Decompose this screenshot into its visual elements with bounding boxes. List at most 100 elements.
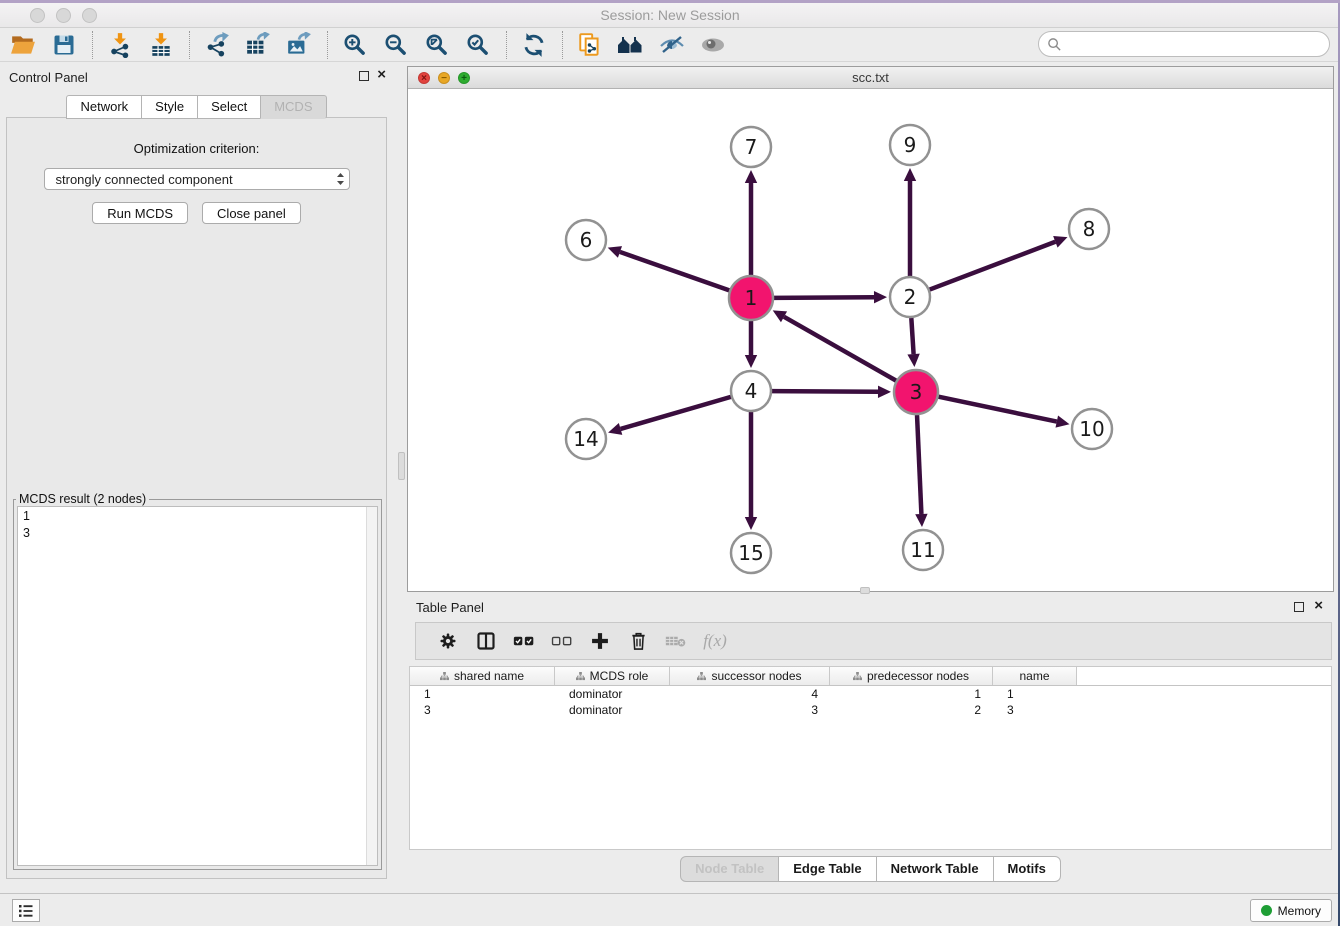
tab-edge-table[interactable]: Edge Table [778, 856, 876, 882]
horizontal-splitter-handle[interactable] [860, 587, 870, 594]
column-header-shared-name[interactable]: shared name [410, 667, 555, 685]
clone-network-icon[interactable] [575, 30, 605, 60]
graph-node-label: 1 [745, 286, 758, 310]
tab-motifs[interactable]: Motifs [993, 856, 1061, 882]
network-window-titlebar[interactable]: × − + scc.txt [408, 67, 1333, 89]
function-builder-icon[interactable]: f(x) [700, 627, 728, 655]
graph-edge-2-3[interactable] [911, 318, 913, 354]
mcds-panel-body: Optimization criterion: strongly connect… [6, 117, 387, 879]
graph-edge-arrowhead [878, 386, 891, 398]
graph-edge-4-3[interactable] [772, 391, 878, 392]
node-table[interactable]: shared name MCDS role successor nodes pr… [409, 666, 1332, 850]
table-row[interactable]: 3dominator323 [410, 702, 1331, 718]
table-body: 1dominator4113dominator323 [410, 686, 1331, 718]
column-layout-icon[interactable] [472, 627, 500, 655]
memory-label: Memory [1278, 904, 1321, 918]
graph-node-label: 14 [573, 427, 598, 451]
graph-edge-2-8[interactable] [930, 242, 1056, 290]
zoom-in-icon[interactable] [340, 30, 370, 60]
criterion-dropdown[interactable]: strongly connected component [44, 168, 350, 190]
table-toolbar: f(x) [415, 622, 1332, 660]
graph-edge-4-14[interactable] [621, 397, 731, 429]
status-bar: Memory [0, 893, 1340, 926]
deselect-all-icon[interactable] [548, 627, 576, 655]
graph-node-label: 7 [745, 135, 758, 159]
toolbar-separator [189, 31, 190, 59]
column-header-successor-nodes[interactable]: successor nodes [670, 667, 830, 685]
refresh-view-icon[interactable] [519, 30, 549, 60]
import-network-icon[interactable] [105, 30, 135, 60]
float-table-panel-icon[interactable] [1294, 602, 1304, 612]
graph-edge-arrowhead [1055, 416, 1069, 428]
search-input[interactable] [1066, 37, 1329, 52]
table-cell: 4 [670, 687, 830, 701]
network-overview-icon[interactable] [616, 30, 646, 60]
close-panel-button[interactable]: Close panel [202, 202, 301, 224]
graph-node-label: 2 [904, 285, 917, 309]
tab-mcds[interactable]: MCDS [260, 95, 326, 119]
float-panel-icon[interactable] [359, 71, 369, 81]
memory-button[interactable]: Memory [1250, 899, 1332, 922]
window-top-edge [0, 0, 1340, 3]
graph-node-label: 4 [745, 379, 758, 403]
sort-hierarchy-icon [576, 672, 585, 681]
zoom-out-icon[interactable] [381, 30, 411, 60]
result-scrollbar[interactable] [366, 507, 377, 865]
column-header-name[interactable]: name [993, 667, 1077, 685]
add-column-icon[interactable] [586, 627, 614, 655]
graph-node-label: 15 [738, 541, 763, 565]
graph-edge-1-6[interactable] [620, 252, 729, 290]
network-view-title: scc.txt [408, 70, 1333, 85]
show-all-icon[interactable] [698, 30, 728, 60]
mcds-result-area[interactable]: 13 [17, 506, 378, 866]
tab-select[interactable]: Select [197, 95, 261, 119]
search-icon [1047, 37, 1062, 52]
zoom-fit-icon[interactable] [422, 30, 452, 60]
tab-node-table[interactable]: Node Table [680, 856, 779, 882]
run-mcds-button[interactable]: Run MCDS [92, 202, 188, 224]
export-network-icon[interactable] [202, 30, 232, 60]
tab-network[interactable]: Network [66, 95, 142, 119]
control-panel: Control Panel × NetworkStyleSelectMCDS O… [0, 62, 393, 893]
graph-node-label: 6 [580, 228, 593, 252]
network-canvas[interactable]: 1234678910111415 [408, 89, 1333, 591]
vertical-splitter-handle[interactable] [398, 452, 405, 480]
hide-selected-icon[interactable] [657, 30, 687, 60]
graph-edge-arrowhead [745, 517, 757, 530]
graph-edge-3-1[interactable] [784, 317, 896, 381]
export-table-icon[interactable] [243, 30, 273, 60]
delete-column-icon[interactable] [624, 627, 652, 655]
select-all-icon[interactable] [510, 627, 538, 655]
table-cell: 1 [993, 687, 1077, 701]
graph-node-label: 10 [1079, 417, 1104, 441]
close-table-panel-icon[interactable]: × [1314, 597, 1323, 614]
mcds-result-lines: 13 [18, 507, 377, 543]
app-titlebar: Session: New Session [0, 3, 1340, 28]
export-image-icon[interactable] [284, 30, 314, 60]
delete-table-icon[interactable] [662, 627, 690, 655]
column-header-mcds-role[interactable]: MCDS role [555, 667, 670, 685]
tab-style[interactable]: Style [141, 95, 198, 119]
table-row[interactable]: 1dominator411 [410, 686, 1331, 702]
graph-edge-3-10[interactable] [939, 397, 1057, 422]
graph-edge-3-11[interactable] [917, 415, 921, 514]
tab-network-table[interactable]: Network Table [876, 856, 994, 882]
import-table-icon[interactable] [146, 30, 176, 60]
list-icon [18, 904, 34, 918]
app-title: Session: New Session [0, 7, 1340, 23]
close-panel-icon[interactable]: × [377, 66, 386, 83]
save-session-icon[interactable] [49, 30, 79, 60]
table-header-row: shared name MCDS role successor nodes pr… [410, 667, 1331, 686]
network-graph[interactable]: 1234678910111415 [408, 89, 1333, 591]
memory-status-icon [1261, 905, 1272, 916]
zoom-selected-icon[interactable] [463, 30, 493, 60]
column-header-predecessor-nodes[interactable]: predecessor nodes [830, 667, 993, 685]
task-history-button[interactable] [12, 899, 40, 922]
search-box[interactable] [1038, 31, 1330, 57]
table-options-icon[interactable] [434, 627, 462, 655]
optimization-criterion-label: Optimization criterion: [7, 141, 386, 156]
open-session-icon[interactable] [8, 30, 38, 60]
graph-edge-1-2[interactable] [774, 297, 874, 298]
graph-edge-arrowhead [915, 514, 927, 527]
sort-hierarchy-icon [440, 672, 449, 681]
